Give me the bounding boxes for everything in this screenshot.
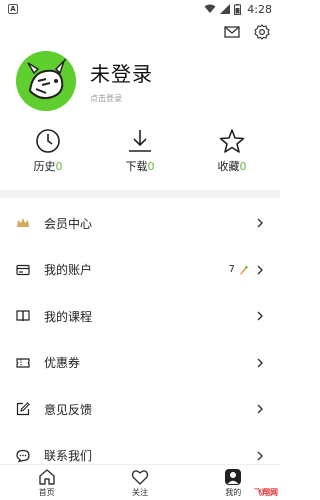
nav-home-label: 首页 — [38, 487, 55, 497]
stat-favorite-label: 收藏0 — [217, 160, 247, 173]
top-actions — [224, 24, 270, 40]
login-hint[interactable]: 点击登录 — [90, 93, 153, 104]
mail-icon[interactable] — [224, 24, 240, 40]
carrot-icon — [240, 264, 248, 275]
book-icon — [16, 310, 30, 322]
nav-follow[interactable]: 关注 — [110, 468, 170, 498]
stat-download[interactable]: 下载0 — [110, 128, 170, 184]
stat-history[interactable]: 历史0 — [18, 128, 78, 184]
chevron-right-icon — [257, 404, 263, 414]
stat-history-label: 历史0 — [33, 160, 63, 173]
stat-download-count: 0 — [147, 160, 155, 173]
person-icon — [225, 468, 242, 485]
status-bar: A 4:28 — [0, 0, 280, 18]
crown-icon — [17, 218, 29, 228]
menu-item-account[interactable]: 我的账户 7 — [0, 247, 280, 294]
stat-history-count: 0 — [55, 160, 63, 173]
bottom-nav: 首页 关注 我的 — [0, 464, 280, 500]
notification-a-icon: A — [8, 4, 18, 14]
mascot-avatar-icon — [16, 51, 76, 111]
menu-item-label: 我的账户 — [44, 263, 93, 278]
account-balance: 7 — [229, 264, 248, 275]
username[interactable]: 未登录 — [90, 58, 153, 87]
profile-header[interactable]: 未登录 点击登录 — [16, 46, 264, 116]
menu-item-vip[interactable]: 会员中心 — [0, 200, 280, 247]
coupon-icon — [16, 358, 30, 368]
download-icon — [129, 130, 151, 152]
stat-favorite-count: 0 — [239, 160, 247, 173]
menu-list: 会员中心 我的账户 7 我的课程 优惠券 意见反馈 联系我们 — [0, 200, 280, 479]
nav-home[interactable]: 首页 — [17, 468, 77, 498]
avatar[interactable] — [16, 51, 76, 111]
chevron-right-icon — [257, 358, 263, 368]
home-icon — [38, 468, 55, 485]
menu-item-label: 会员中心 — [44, 216, 93, 231]
chevron-right-icon — [257, 311, 263, 321]
section-divider — [0, 190, 280, 198]
stats-row: 历史0 下载0 收藏0 — [0, 128, 280, 184]
menu-item-label: 我的课程 — [44, 309, 93, 324]
menu-item-feedback[interactable]: 意见反馈 — [0, 386, 280, 433]
stat-download-label: 下载0 — [125, 160, 155, 173]
account-balance-value: 7 — [228, 264, 235, 276]
wallet-icon — [16, 264, 30, 275]
watermark: 飞翔网 — [254, 488, 278, 497]
nav-follow-label: 关注 — [131, 487, 148, 497]
menu-item-label: 优惠券 — [44, 356, 81, 371]
menu-item-label: 联系我们 — [44, 449, 93, 464]
wifi-icon — [204, 4, 216, 13]
status-time: 4:28 — [247, 2, 272, 16]
heart-icon — [131, 469, 149, 485]
edit-icon — [16, 402, 30, 416]
menu-item-courses[interactable]: 我的课程 — [0, 293, 280, 340]
menu-item-label: 意见反馈 — [44, 402, 93, 417]
chevron-right-icon — [257, 265, 263, 275]
chevron-right-icon — [257, 451, 263, 461]
nav-mine-label: 我的 — [225, 487, 242, 497]
settings-icon[interactable] — [254, 24, 270, 40]
star-icon — [219, 129, 245, 153]
battery-icon — [234, 3, 242, 15]
chat-icon — [16, 449, 30, 463]
stat-favorite[interactable]: 收藏0 — [202, 128, 262, 184]
clock-icon — [36, 129, 60, 153]
chevron-right-icon — [257, 218, 263, 228]
menu-item-coupons[interactable]: 优惠券 — [0, 340, 280, 387]
signal-icon — [220, 4, 231, 14]
